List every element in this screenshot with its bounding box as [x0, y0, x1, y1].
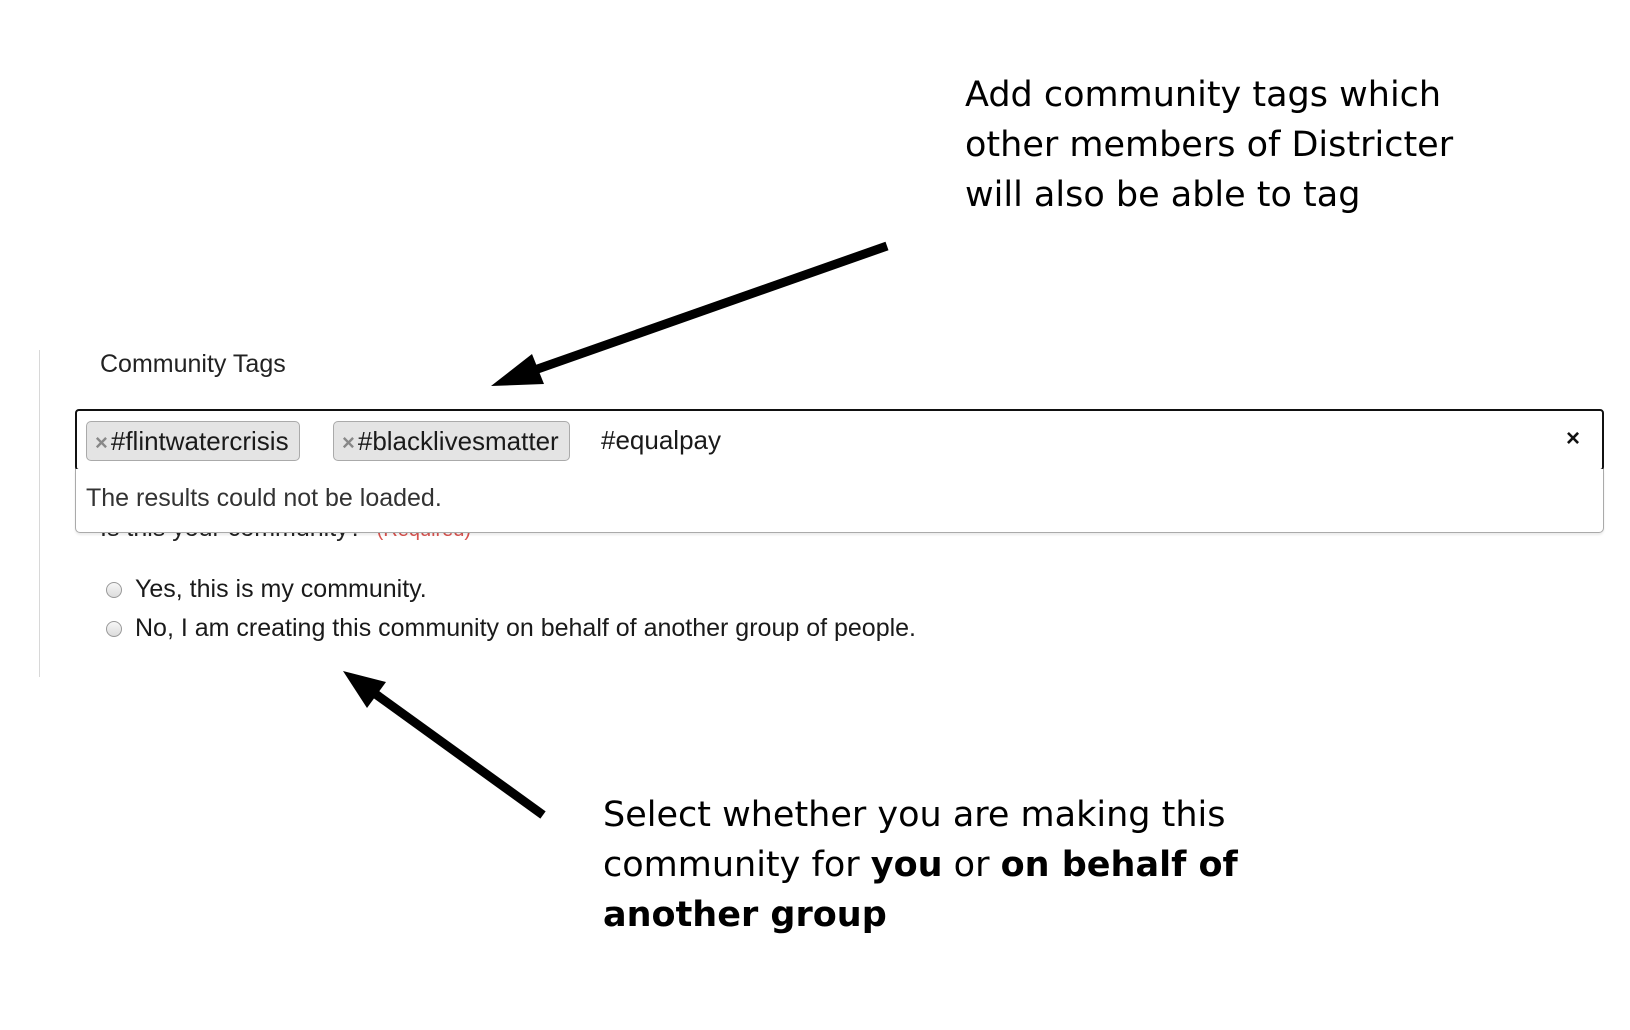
community-tags-select[interactable]: ×#flintwatercrisis ×#blacklivesmatter × [75, 409, 1604, 471]
ownership-option-yes-label: Yes, this is my community. [135, 575, 427, 603]
annotation-text: or [942, 845, 1001, 885]
remove-tag-icon[interactable]: × [342, 430, 355, 455]
tag-chip: × #blacklivesmatter [333, 421, 570, 461]
ownership-annotation-line-1: Select whether you are making this [603, 795, 1226, 835]
ownership-annotation-line-2: community for you or on behalf of [603, 840, 1243, 890]
form-left-divider [39, 350, 40, 677]
annotation-emphasis: another group [603, 895, 887, 935]
tags-annotation-line-1: Add community tags which [965, 75, 1442, 115]
ownership-option-yes[interactable]: Yes, this is my community. [106, 575, 427, 604]
tag-chip-label: #blacklivesmatter [357, 426, 559, 456]
tags-annotation-line-3: will also be able to tag [965, 175, 1361, 215]
tag-chip: × #flintwatercrisis [86, 421, 300, 461]
tags-annotation-line-2: other members of Districter [965, 125, 1454, 165]
tag-chip-label: #flintwatercrisis [110, 426, 289, 456]
annotation-text: community for [603, 845, 871, 885]
ownership-option-no-label: No, I am creating this community on beha… [135, 614, 917, 642]
ownership-annotation-line-3: another group [603, 890, 1243, 940]
tags-annotation-callout: Add community tags which other members o… [965, 70, 1605, 220]
tags-results-dropdown: The results could not be loaded. [75, 469, 1604, 533]
arrow-to-radio-options [343, 671, 546, 819]
ownership-option-no[interactable]: No, I am creating this community on beha… [106, 614, 916, 643]
annotation-emphasis: you [870, 845, 943, 885]
results-error-message: The results could not be loaded. [86, 484, 442, 512]
annotation-emphasis: on behalf of [1000, 845, 1238, 885]
radio-button[interactable] [106, 581, 122, 598]
community-tags-label: Community Tags [100, 350, 286, 378]
remove-tag-icon[interactable]: × [95, 430, 108, 455]
radio-button[interactable] [106, 620, 122, 637]
ownership-annotation-callout: Select whether you are making this commu… [603, 790, 1243, 940]
arrow-to-tags-field [491, 241, 889, 386]
clear-tags-icon[interactable]: × [1566, 425, 1580, 453]
tag-search-input[interactable] [601, 421, 1501, 459]
